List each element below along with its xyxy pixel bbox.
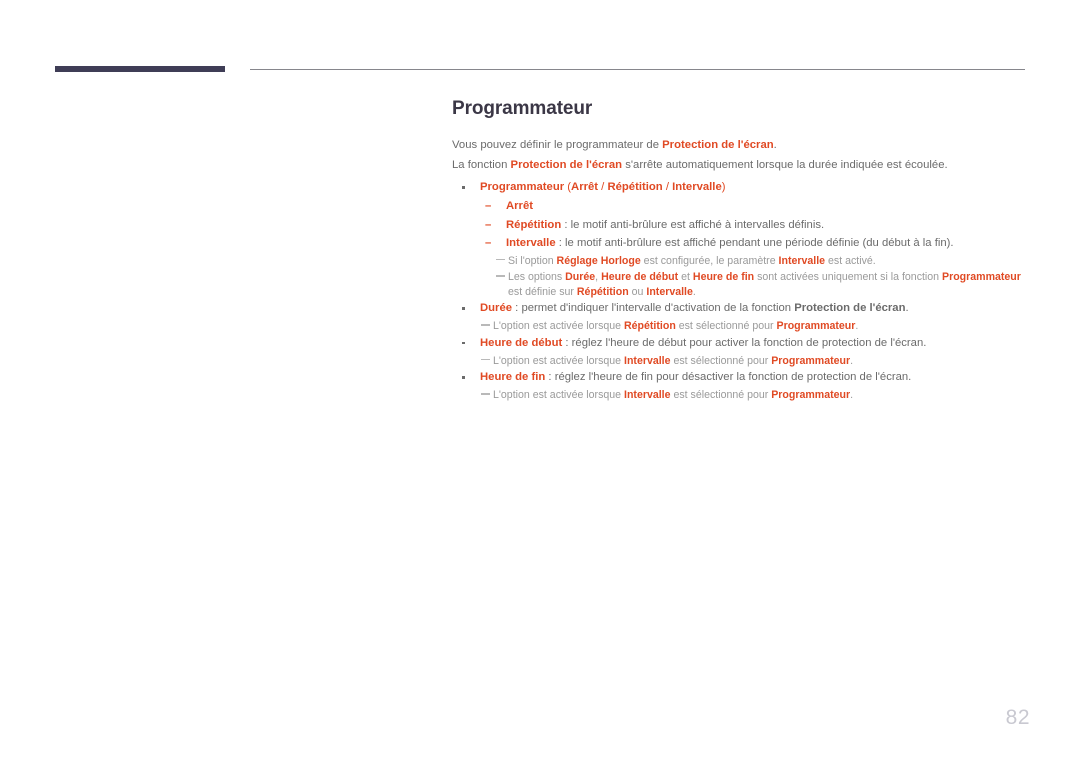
text-run: Programmateur xyxy=(942,271,1021,283)
text-run: et xyxy=(678,271,693,283)
text-run: ou xyxy=(628,285,647,298)
page-header xyxy=(0,66,1080,76)
intro-paragraphs: Vous pouvez définir le programmateur de … xyxy=(452,138,1032,172)
text-run: Protection de l'écran xyxy=(794,302,906,314)
text-run: : réglez l'heure de fin pour désactiver … xyxy=(545,371,912,383)
text-run: L'option est activée lorsque xyxy=(493,354,624,367)
bullet-dot-icon xyxy=(462,341,465,344)
text-run: est sélectionné pour xyxy=(670,354,772,367)
bullet-dot-icon xyxy=(462,186,465,189)
text-run: Répétition xyxy=(506,218,562,231)
text-run: Si l'option xyxy=(508,254,557,267)
text-run: Heure de fin xyxy=(692,271,755,283)
text-run: Réglage Horloge xyxy=(556,254,641,267)
text-run: : réglez l'heure de début pour activer l… xyxy=(562,336,927,349)
text-run: : le motif anti-brûlure est affiché à in… xyxy=(561,218,825,231)
note-heure-fin: L'option est activée lorsque Intervalle … xyxy=(452,388,1032,403)
text-run: Durée xyxy=(480,302,513,314)
intro-line-1: Vous pouvez définir le programmateur de … xyxy=(452,138,1032,152)
text-run: est sélectionné pour xyxy=(675,320,777,332)
text-run: est définie sur xyxy=(508,285,577,298)
note-dash-icon xyxy=(496,275,505,277)
page-number: 82 xyxy=(1005,706,1030,729)
text-run: Intervalle xyxy=(624,389,671,401)
text-run: . xyxy=(850,354,854,367)
text-run: Programmateur xyxy=(776,320,856,332)
text-run: ( xyxy=(564,181,572,193)
text-run: / xyxy=(662,181,673,193)
text-run: Heure de début xyxy=(601,271,679,283)
document-content: Programmateur Vous pouvez définir le pro… xyxy=(452,98,1032,405)
text-run: Répétition xyxy=(607,181,663,193)
text-run: : permet d'indiquer l'intervalle d'activ… xyxy=(512,302,795,314)
text-run: est configurée, le paramètre xyxy=(640,254,779,267)
text-run: est activé. xyxy=(825,254,876,267)
text-run: La fonction xyxy=(452,159,511,171)
text-run: Répétition xyxy=(576,285,629,298)
text-run: . xyxy=(692,285,696,298)
note-dash-icon xyxy=(481,358,490,360)
text-run: Programmateur xyxy=(480,181,565,193)
bullet-duree: Durée : permet d'indiquer l'intervalle d… xyxy=(452,301,1032,316)
text-run: Intervalle xyxy=(506,237,556,249)
text-run: Vous pouvez définir le programmateur de xyxy=(452,139,663,151)
text-run: . xyxy=(773,139,777,151)
note-options-activees: Les options Durée, Heure de début et Heu… xyxy=(452,270,1032,299)
note-heure-debut: L'option est activée lorsque Intervalle … xyxy=(452,354,1032,369)
bullet-programmateur: Programmateur (Arrêt / Répétition / Inte… xyxy=(452,180,1032,195)
sub-repetition: – Répétition : le motif anti-brûlure est … xyxy=(452,217,1032,234)
text-run: est sélectionné pour xyxy=(670,389,772,401)
text-run: Intervalle xyxy=(646,285,693,298)
text-run: Programmateur xyxy=(771,389,851,401)
text-run: Protection de l'écran xyxy=(662,139,774,151)
bullet-heure-fin: Heure de fin : réglez l'heure de fin pou… xyxy=(452,370,1032,385)
settings-list: Programmateur (Arrêt / Répétition / Inte… xyxy=(452,180,1032,403)
text-run: : le motif anti-brûlure est affiché pend… xyxy=(555,237,954,249)
header-accent-bar xyxy=(55,66,225,72)
note-dash-icon xyxy=(481,393,490,395)
text-run: Programmateur xyxy=(771,354,851,367)
sub-arret: – Arrêt xyxy=(452,198,1032,215)
text-run: Intervalle xyxy=(672,181,722,193)
intro-line-2: La fonction Protection de l'écran s'arrê… xyxy=(452,158,1032,172)
bullet-dot-icon xyxy=(462,307,465,310)
text-run: L'option est activée lorsque xyxy=(493,320,624,332)
text-run: Les options xyxy=(508,271,566,283)
text-run: L'option est activée lorsque xyxy=(493,389,624,401)
text-run: . xyxy=(855,320,859,332)
text-run: Protection de l'écran xyxy=(510,159,623,171)
text-run: Arrêt xyxy=(571,181,599,193)
note-dash-icon xyxy=(496,258,505,260)
sub-intervalle: – Intervalle : le motif anti-brûlure est … xyxy=(452,235,1032,252)
note-dash-icon xyxy=(481,324,490,326)
text-run: Durée xyxy=(565,271,596,283)
page-title: Programmateur xyxy=(452,98,593,119)
text-run: Intervalle xyxy=(624,354,671,367)
bullet-heure-debut: Heure de début : réglez l'heure de début… xyxy=(452,336,1032,351)
bullet-dot-icon xyxy=(462,376,465,379)
text-run: Intervalle xyxy=(778,254,826,267)
text-run: . xyxy=(850,389,854,401)
text-run: Arrêt xyxy=(506,200,533,212)
text-run: Heure de fin xyxy=(480,371,546,383)
note-duree: L'option est activée lorsque Répétition … xyxy=(452,319,1032,334)
text-run: ) xyxy=(721,181,726,193)
text-run: s'arrête automatiquement lorsque la duré… xyxy=(622,159,948,171)
header-divider-rule xyxy=(250,69,1025,70)
text-run: Répétition xyxy=(624,320,676,332)
note-reglage-horloge: Si l'option Réglage Horloge est configur… xyxy=(452,254,1032,269)
text-run: . xyxy=(905,302,909,314)
dash-marker-icon: – xyxy=(485,200,492,212)
dash-marker-icon: – xyxy=(485,237,492,249)
text-run: sont activées uniquement si la fonction xyxy=(754,271,943,283)
dash-marker-icon: – xyxy=(485,218,492,231)
text-run: Heure de début xyxy=(480,336,563,349)
